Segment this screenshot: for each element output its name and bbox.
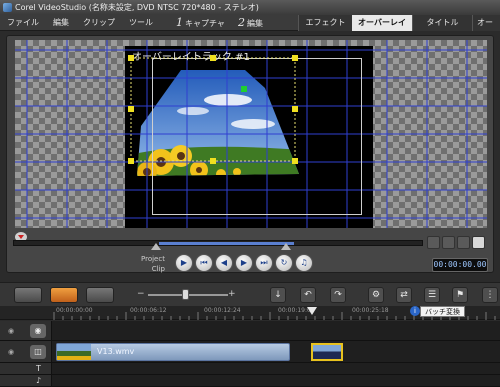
- timecode-display[interactable]: 00:00:00.00: [432, 258, 488, 272]
- step-capture[interactable]: 1 キャプチャ: [176, 15, 225, 31]
- tab-title[interactable]: タイトル: [412, 15, 472, 31]
- voice-track: ♪: [0, 375, 500, 387]
- preview-canvas[interactable]: オーバーレイトラック #1: [15, 40, 487, 228]
- trim-end-handle[interactable]: [281, 243, 291, 250]
- overlay-track-icon[interactable]: ◫: [30, 345, 46, 359]
- tab-overlay[interactable]: オーバーレイ: [352, 15, 412, 31]
- batch-convert-button[interactable]: ⇄: [396, 287, 412, 303]
- resize-handle-top[interactable]: [210, 55, 216, 61]
- overlay-clip-v13[interactable]: V13.wmv: [56, 343, 290, 361]
- video-track-header: ◉ ◉: [0, 321, 52, 340]
- resize-handle-bottom-left[interactable]: [128, 158, 134, 164]
- repeat-button[interactable]: ↻: [275, 254, 293, 272]
- zoom-in-icon[interactable]: +: [228, 289, 236, 299]
- prev-frame-icon: ◀: [220, 258, 228, 267]
- resize-handle-top-right[interactable]: [292, 55, 298, 61]
- video-track: ◉ ◉: [0, 321, 500, 341]
- overlay-track-header: ◉ ◫: [0, 341, 52, 362]
- ruler-label: 00:00:06:12: [130, 307, 167, 314]
- clip-thumbnail: [57, 344, 91, 360]
- tab-audio[interactable]: オー: [472, 15, 500, 31]
- tab-effect[interactable]: エフェクト: [298, 15, 352, 31]
- ruler-label: 00:00:00:00: [56, 307, 93, 314]
- project-label: Project: [141, 255, 165, 263]
- ruler-label: 00:00:12:24: [204, 307, 241, 314]
- project-clip-switch[interactable]: Project Clip: [141, 254, 165, 274]
- overlay-clip-selected[interactable]: [311, 343, 343, 361]
- repeat-icon: ↻: [280, 258, 288, 267]
- trim-selection: [159, 242, 294, 245]
- end-button[interactable]: ⏭: [255, 254, 273, 272]
- scrub-bar[interactable]: [13, 240, 423, 246]
- home-icon: ⏮: [200, 258, 208, 267]
- overlay-track: ◉ ◫ V13.wmv: [0, 341, 500, 363]
- storyboard-view-button[interactable]: [14, 287, 42, 303]
- title-bar: Corel VideoStudio (名称未設定, DVD NTSC 720*4…: [0, 0, 500, 15]
- voice-track-header: ♪: [0, 375, 52, 386]
- title-track: T: [0, 363, 500, 375]
- side-buttons: [427, 236, 485, 249]
- clip-label: Clip: [151, 265, 165, 273]
- audio-view-button[interactable]: [86, 287, 114, 303]
- prev-frame-button[interactable]: ◀: [215, 254, 233, 272]
- trim-start-handle[interactable]: [151, 243, 161, 250]
- transport-controls: ▶ ⏮ ◀ ▶ ⏭ ↻ ♫: [175, 254, 313, 272]
- bracket-in-button[interactable]: [427, 236, 440, 249]
- resize-handle-bottom-right[interactable]: [292, 158, 298, 164]
- resize-handle-top-left[interactable]: [128, 55, 134, 61]
- smart-proxy-button[interactable]: ⚙: [368, 287, 384, 303]
- resize-handle-left[interactable]: [128, 106, 134, 112]
- timeline-view-button[interactable]: [50, 287, 78, 303]
- lock-icon[interactable]: ◉: [8, 348, 14, 356]
- more-tools-button[interactable]: ⋮: [482, 287, 498, 303]
- volume-button[interactable]: ♫: [295, 254, 313, 272]
- batch-convert-tooltip: バッチ変換: [420, 306, 465, 317]
- next-frame-button[interactable]: ▶: [235, 254, 253, 272]
- overlay-selection[interactable]: [15, 40, 487, 228]
- resize-handle-right[interactable]: [292, 106, 298, 112]
- resize-handle-bottom[interactable]: [210, 158, 216, 164]
- end-icon: ⏭: [260, 258, 268, 267]
- undo-button[interactable]: ↶: [300, 287, 316, 303]
- voice-track-icon[interactable]: ♪: [36, 376, 41, 385]
- zoom-slider-thumb[interactable]: [182, 289, 189, 300]
- step-capture-label: キャプチャ: [185, 19, 225, 28]
- lock-icon[interactable]: ◉: [8, 327, 14, 335]
- clip-name: V13.wmv: [97, 347, 135, 356]
- step-capture-number: 1: [176, 16, 183, 29]
- step-edit-label: 編集: [247, 19, 263, 28]
- window-title: Corel VideoStudio (名称未設定, DVD NTSC 720*4…: [15, 3, 259, 12]
- playhead[interactable]: [307, 307, 317, 315]
- menu-clip[interactable]: クリップ: [76, 15, 122, 31]
- zoom-out-icon[interactable]: −: [137, 289, 145, 299]
- selection-box: [130, 57, 296, 162]
- preview-panel: オーバーレイトラック #1 Project Clip ▶ ⏮ ◀ ▶ ⏭ ↻ ♫…: [6, 35, 494, 273]
- play-icon: ▶: [180, 258, 188, 267]
- chapter-point-button[interactable]: ⚑: [452, 287, 468, 303]
- app-icon: [3, 3, 12, 12]
- play-button[interactable]: ▶: [175, 254, 193, 272]
- redo-button[interactable]: ↷: [330, 287, 346, 303]
- split-button[interactable]: [457, 236, 470, 249]
- insert-media-button[interactable]: ↓: [270, 287, 286, 303]
- title-track-icon[interactable]: T: [36, 364, 41, 373]
- step-edit[interactable]: 2 編集: [238, 15, 263, 31]
- title-track-header: T: [0, 363, 52, 374]
- ruler-label: 00:00:25:18: [352, 307, 389, 314]
- volume-icon: ♫: [300, 258, 308, 267]
- step-edit-number: 2: [238, 16, 245, 29]
- bracket-out-button[interactable]: [442, 236, 455, 249]
- timeline-toolbar: − + ↓ ↶ ↷ ⚙ ⇄ ☰ ⚑ ⋮: [0, 282, 500, 306]
- next-frame-icon: ▶: [240, 258, 248, 267]
- distort-handle[interactable]: [241, 86, 247, 92]
- enlarge-button[interactable]: [472, 236, 485, 249]
- film-icon[interactable]: ◉: [30, 324, 46, 338]
- home-button[interactable]: ⏮: [195, 254, 213, 272]
- info-icon: i: [410, 306, 420, 316]
- track-manager-button[interactable]: ☰: [424, 287, 440, 303]
- menu-edit[interactable]: 編集: [46, 15, 76, 31]
- menu-tools[interactable]: ツール: [122, 15, 160, 31]
- menu-file[interactable]: ファイル: [0, 15, 46, 31]
